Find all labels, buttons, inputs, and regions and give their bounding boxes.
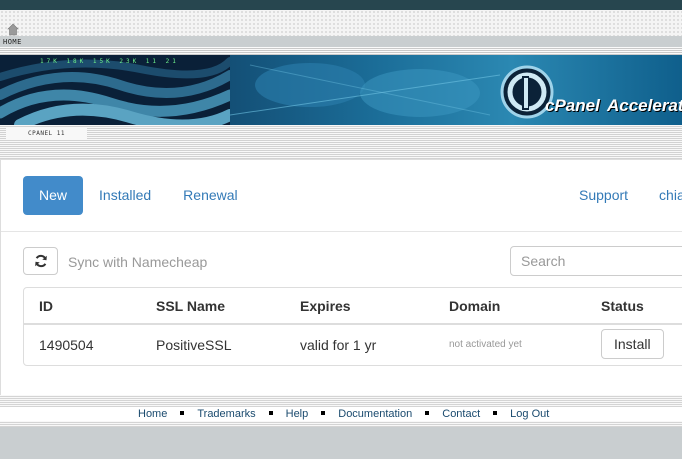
tab-renewal[interactable]: Renewal [167,176,253,215]
cell-ssl-name: PositiveSSL [156,337,232,353]
tab-installed[interactable]: Installed [83,176,167,215]
column-header-domain[interactable]: Domain [449,298,500,314]
footer-link-home[interactable]: Home [138,407,167,421]
brand-cpanel: cPanel [545,96,600,115]
footer-link-trademarks[interactable]: Trademarks [197,407,255,421]
nav-tabs: New Installed Renewal [23,176,254,215]
divider-stripes [0,47,682,55]
footer-links: Home Trademarks Help Documentation Conta… [0,407,682,421]
install-button[interactable]: Install [601,329,664,359]
cell-id: 1490504 [39,337,94,353]
sync-button[interactable] [23,247,58,275]
cell-domain: not activated yet [449,339,522,350]
tab-user[interactable]: chia [659,176,682,215]
main-panel: New Installed Renewal Support chia Sync … [0,159,682,395]
tab-new[interactable]: New [23,176,84,215]
column-header-status[interactable]: Status [601,298,644,314]
header-background [0,10,682,36]
sync-label: Sync with Namecheap [68,254,208,270]
table-header [24,288,682,325]
column-header-id[interactable]: ID [39,298,53,314]
cables-graphic [0,55,230,125]
tab-support[interactable]: Support [579,176,628,215]
divider [1,231,682,232]
footer-separator [268,411,273,415]
cell-expires: valid for 1 yr [300,337,377,353]
top-bar [0,0,682,10]
search-input[interactable] [510,246,682,276]
footer-link-help[interactable]: Help [286,407,309,421]
column-header-ssl-name[interactable]: SSL Name [156,298,225,314]
banner-digits: 17K 18K 15K 23K 11 21 [40,58,179,65]
refresh-icon [34,254,47,268]
subheader-stripes [0,125,682,159]
ssl-table: ID SSL Name Expires Domain Status 149050… [23,287,682,366]
footer-link-documentation[interactable]: Documentation [338,407,412,421]
home-icon[interactable] [7,22,19,36]
footer-link-logout[interactable]: Log Out [510,407,549,421]
footer-separator [321,411,326,415]
footer-separator [493,411,498,415]
footer-link-contact[interactable]: Contact [442,407,480,421]
cpanel-version-label: CPANEL 11 [6,128,88,140]
brand-accelerated: Accelerated [607,96,682,115]
column-header-expires[interactable]: Expires [300,298,351,314]
footer-separator [180,411,185,415]
home-link[interactable]: HOME [3,38,22,46]
world-map-graphic [230,63,500,117]
nav-right: Support chia [579,176,682,215]
footer-separator [425,411,430,415]
